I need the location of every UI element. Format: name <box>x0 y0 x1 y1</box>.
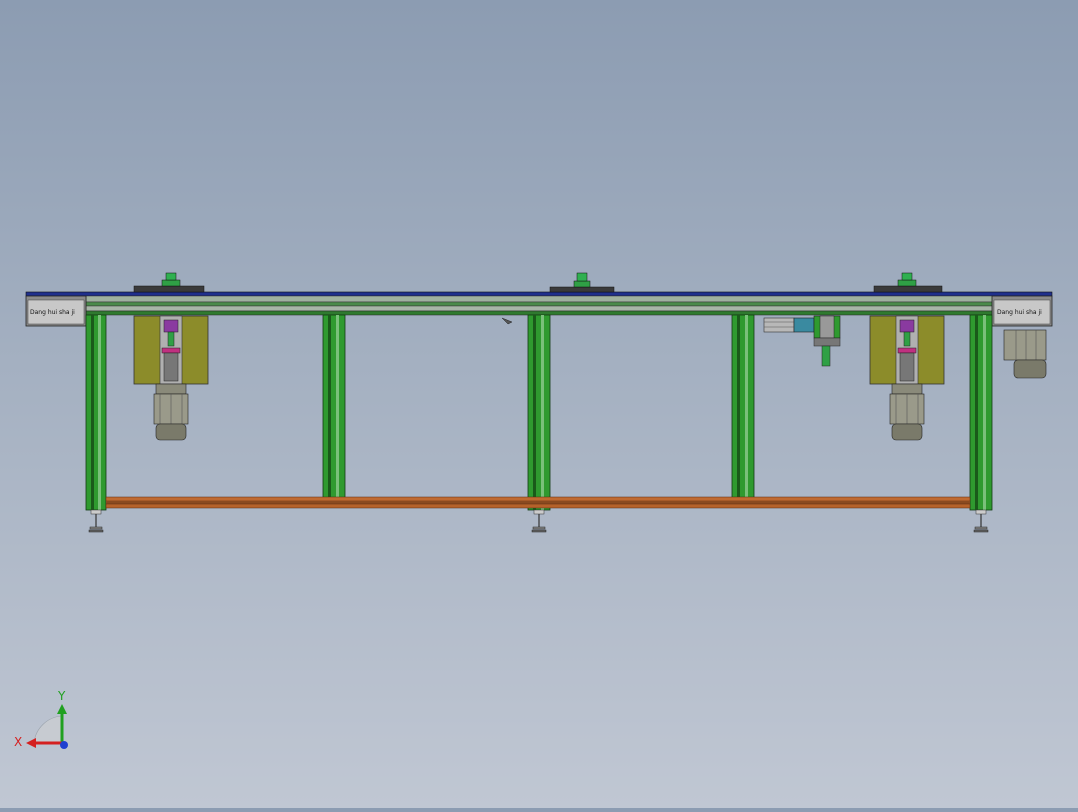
frame-leg-3 <box>527 314 551 511</box>
coordinate-triad[interactable]: Y X <box>14 689 68 749</box>
end-motor-right <box>1003 329 1047 379</box>
top-pulley-center <box>549 272 615 293</box>
left-end-label: Dang hui sha ji <box>30 309 75 316</box>
left-end-cap: Dang hui sha ji <box>25 295 87 327</box>
right-end-label: Dang hui sha ji <box>997 309 1042 316</box>
bottom-cross-bar <box>105 496 971 509</box>
conveyor-top-rail <box>25 291 1053 316</box>
leveling-foot-left <box>88 509 104 533</box>
frame-leg-5 <box>969 314 993 511</box>
drive-unit-left <box>133 315 209 441</box>
right-end-cap: Dang hui sha ji <box>991 295 1053 327</box>
frame-leg-4 <box>731 314 755 501</box>
small-bracket <box>501 317 513 325</box>
frame-leg-2 <box>322 314 346 501</box>
cad-viewport[interactable]: Dang hui sha ji Dang hui sha ji Y X <box>0 0 1078 808</box>
leveling-foot-center <box>531 509 547 533</box>
cylinder-assembly <box>763 315 841 367</box>
cad-drawing[interactable]: Dang hui sha ji Dang hui sha ji Y X <box>0 0 1078 808</box>
triad-x-label: X <box>14 735 22 749</box>
drive-unit-right <box>869 315 945 441</box>
top-pulley-left <box>133 272 205 293</box>
leveling-foot-right <box>973 509 989 533</box>
top-pulley-right <box>873 272 943 293</box>
triad-y-label: Y <box>57 689 66 703</box>
frame-leg-1 <box>85 314 107 511</box>
